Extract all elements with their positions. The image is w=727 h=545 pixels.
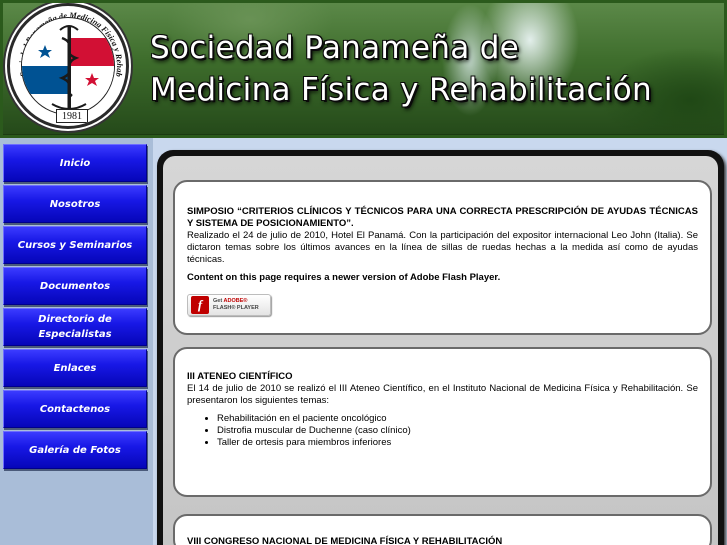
- logo-year: 1981: [56, 109, 88, 123]
- nav-item-inicio[interactable]: Inicio: [3, 144, 147, 182]
- nav-item-contactenos[interactable]: Contactenos: [3, 390, 147, 428]
- site-title-line-2: Medicina Física y Rehabilitación: [150, 72, 652, 108]
- nav-item-cursos[interactable]: Cursos y Seminarios: [3, 226, 147, 264]
- flash-badge-text: Get ADOBE® FLASH® PLAYER: [213, 298, 259, 311]
- news-title: VIII CONGRESO NACIONAL DE MEDICINA FÍSIC…: [187, 536, 503, 545]
- news-title: III ATENEO CIENTÍFICO: [187, 371, 293, 382]
- nav-item-documentos[interactable]: Documentos: [3, 267, 147, 305]
- site-header: Sociedad Panameña de Medicina Física y R…: [0, 0, 727, 138]
- site-title-line-1: Sociedad Panameña de: [150, 30, 520, 66]
- society-logo[interactable]: Sociedad Panameña de Medicina Física y R…: [7, 3, 129, 129]
- news-title: SIMPOSIO “CRITERIOS CLÍNICOS Y TÉCNICOS …: [187, 206, 698, 229]
- site-title: Sociedad Panameña de Medicina Física y R…: [150, 27, 720, 111]
- flash-player-icon: f: [191, 296, 209, 314]
- list-item: Distrofia muscular de Duchenne (caso clí…: [217, 425, 698, 437]
- logo-flag-area: [21, 17, 115, 115]
- news-card-ateneo: III ATENEO CIENTÍFICO El 14 de julio de …: [173, 347, 712, 497]
- panama-flag-icon: [22, 25, 114, 110]
- news-card-simposio: SIMPOSIO “CRITERIOS CLÍNICOS Y TÉCNICOS …: [173, 180, 712, 335]
- topics-list: Rehabilitación en el paciente oncológico…: [217, 413, 698, 449]
- news-body: El 14 de julio de 2010 se realizó el III…: [187, 383, 698, 406]
- sidebar-nav: Inicio Nosotros Cursos y Seminarios Docu…: [0, 138, 153, 545]
- flash-notice: Content on this page requires a newer ve…: [187, 272, 501, 283]
- nav-item-enlaces[interactable]: Enlaces: [3, 349, 147, 387]
- nav-item-galeria[interactable]: Galería de Fotos: [3, 431, 147, 469]
- news-body: Realizado el 24 de julio de 2010, Hotel …: [187, 230, 698, 265]
- list-item: Taller de ortesis para miembros inferior…: [217, 437, 698, 449]
- list-item: Rehabilitación en el paciente oncológico: [217, 413, 698, 425]
- news-card-congreso: VIII CONGRESO NACIONAL DE MEDICINA FÍSIC…: [173, 514, 712, 545]
- get-flash-player-button[interactable]: f Get ADOBE® FLASH® PLAYER: [187, 294, 271, 316]
- nav-item-nosotros[interactable]: Nosotros: [3, 185, 147, 223]
- nav-item-directorio[interactable]: Directorio de Especialistas: [3, 308, 147, 346]
